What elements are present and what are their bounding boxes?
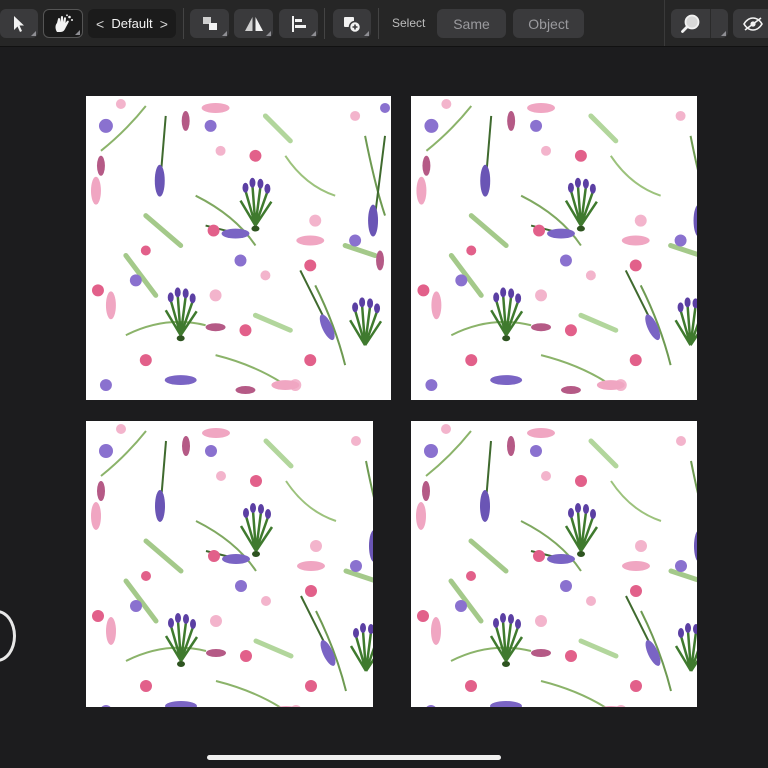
arrange-stack-icon	[202, 16, 217, 30]
hand-sparkle-icon	[55, 13, 73, 32]
flip-horizontal-icon	[244, 16, 263, 31]
eye-icon	[743, 16, 763, 31]
top-toolbar: < Default > Select Same Object	[0, 0, 768, 47]
select-object-button[interactable]: Object	[513, 9, 584, 38]
arrange-button[interactable]	[190, 9, 229, 38]
boolean-add-icon	[344, 16, 362, 33]
floral-pattern	[86, 96, 391, 400]
toolbar-separator	[183, 8, 184, 39]
zoom-divider	[710, 9, 711, 38]
floral-pattern	[411, 96, 697, 400]
preset-prev-button[interactable]: <	[96, 16, 104, 32]
sidebar-handle[interactable]	[0, 610, 16, 662]
pattern-tile-bottom-right[interactable]	[411, 421, 697, 707]
pattern-tile-top-right[interactable]	[411, 96, 697, 400]
select-label: Select	[392, 16, 426, 30]
select-tool-button[interactable]	[0, 9, 38, 38]
select-same-button[interactable]: Same	[437, 9, 506, 38]
toolbar-separator	[664, 0, 665, 46]
pattern-tile-bottom-left[interactable]	[86, 421, 373, 707]
boolean-button[interactable]	[333, 9, 371, 38]
pattern-tile-top-left[interactable]	[86, 96, 391, 400]
magnifier-icon	[681, 14, 700, 33]
gesture-tool-button[interactable]	[43, 9, 83, 38]
align-left-icon	[291, 15, 306, 32]
arrow-pointer-icon	[14, 15, 24, 32]
preset-label: Default	[111, 16, 153, 31]
toolbar-separator	[378, 8, 379, 39]
flip-button[interactable]	[234, 9, 273, 38]
align-button[interactable]	[279, 9, 318, 38]
floral-pattern	[411, 421, 697, 707]
preset-next-button[interactable]: >	[160, 16, 168, 32]
home-indicator[interactable]	[207, 755, 501, 760]
floral-pattern	[86, 421, 373, 707]
zoom-button[interactable]	[671, 9, 728, 38]
preset-selector[interactable]: < Default >	[88, 9, 176, 38]
toolbar-separator	[324, 8, 325, 39]
view-mode-button[interactable]	[733, 9, 768, 38]
